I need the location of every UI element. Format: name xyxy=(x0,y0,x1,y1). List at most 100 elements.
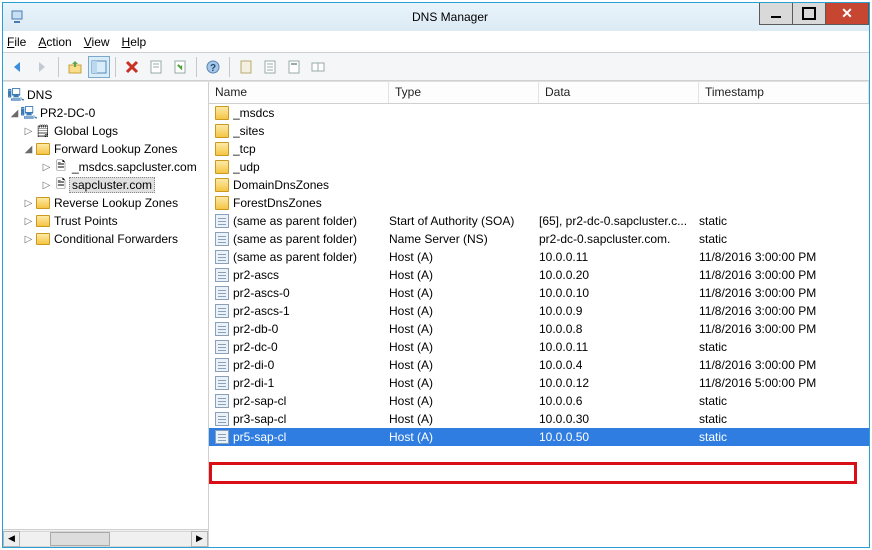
item-name: pr2-sap-cl xyxy=(233,394,286,408)
record-icon xyxy=(215,232,229,246)
close-button[interactable]: ✕ xyxy=(825,3,869,25)
nav-fwd-button[interactable] xyxy=(31,56,53,78)
list-record[interactable]: pr2-sap-clHost (A)10.0.0.6static xyxy=(209,392,869,410)
folder-icon xyxy=(215,124,229,138)
action3-button[interactable] xyxy=(283,56,305,78)
record-icon xyxy=(215,430,229,444)
menu-view[interactable]: View xyxy=(84,35,110,49)
item-data: 10.0.0.12 xyxy=(539,376,699,390)
item-data: 10.0.0.9 xyxy=(539,304,699,318)
item-name: pr2-ascs xyxy=(233,268,279,282)
tree-cond-fwd[interactable]: ▷Conditional Forwarders xyxy=(5,230,208,248)
props1-button[interactable] xyxy=(145,56,167,78)
list-folder[interactable]: _tcp xyxy=(209,140,869,158)
minimize-button[interactable] xyxy=(759,3,793,25)
item-name: ForestDnsZones xyxy=(233,196,322,210)
item-timestamp: static xyxy=(699,340,869,354)
item-timestamp: static xyxy=(699,412,869,426)
list-record[interactable]: pr3-sap-clHost (A)10.0.0.30static xyxy=(209,410,869,428)
tree-root-dns[interactable]: 🖳DNS xyxy=(5,86,208,104)
tree-fwd-zones[interactable]: ◢Forward Lookup Zones xyxy=(5,140,208,158)
log-icon: 🗒 xyxy=(36,125,50,137)
record-icon xyxy=(215,394,229,408)
tree-rev-zones[interactable]: ▷Reverse Lookup Zones xyxy=(5,194,208,212)
action4-button[interactable] xyxy=(307,56,329,78)
tree-server[interactable]: ◢🖳PR2-DC-0 xyxy=(5,104,208,122)
list-record[interactable]: (same as parent folder)Start of Authorit… xyxy=(209,212,869,230)
nav-back-button[interactable] xyxy=(7,56,29,78)
item-data: 10.0.0.11 xyxy=(539,250,699,264)
folder-icon xyxy=(36,215,50,227)
menu-action[interactable]: Action xyxy=(38,35,71,49)
folder-icon xyxy=(215,196,229,210)
list-record[interactable]: (same as parent folder)Name Server (NS)p… xyxy=(209,230,869,248)
item-data: 10.0.0.20 xyxy=(539,268,699,282)
list-folder[interactable]: _udp xyxy=(209,158,869,176)
list-folder[interactable]: ForestDnsZones xyxy=(209,194,869,212)
folder-icon xyxy=(36,233,50,245)
list-body[interactable]: _msdcs_sites_tcp _udp DomainDnsZones Forest… xyxy=(209,104,869,547)
export-button[interactable] xyxy=(169,56,191,78)
item-data: 10.0.0.6 xyxy=(539,394,699,408)
item-name: pr2-di-1 xyxy=(233,376,274,390)
up-button[interactable] xyxy=(64,56,86,78)
col-name[interactable]: Name xyxy=(209,82,389,103)
col-type[interactable]: Type xyxy=(389,82,539,103)
action2-button[interactable] xyxy=(259,56,281,78)
item-type: Host (A) xyxy=(389,304,539,318)
list-record[interactable]: pr2-ascsHost (A)10.0.0.2011/8/2016 3:00:… xyxy=(209,266,869,284)
menu-file[interactable]: File xyxy=(7,35,26,49)
col-timestamp[interactable]: Timestamp xyxy=(699,82,869,103)
show-hide-tree-button[interactable] xyxy=(88,56,110,78)
item-timestamp: 11/8/2016 3:00:00 PM xyxy=(699,358,869,372)
list-record[interactable]: (same as parent folder)Host (A)10.0.0.11… xyxy=(209,248,869,266)
tree-pane: 🖳DNS ◢🖳PR2-DC-0 ▷🗒Global Logs ◢Forward L… xyxy=(3,82,209,547)
app-icon xyxy=(9,9,25,25)
list-folder[interactable]: DomainDnsZones xyxy=(209,176,869,194)
delete-button[interactable] xyxy=(121,56,143,78)
server-icon: 🖳 xyxy=(22,107,36,119)
list-record[interactable]: pr2-ascs-0Host (A)10.0.0.1011/8/2016 3:0… xyxy=(209,284,869,302)
col-data[interactable]: Data xyxy=(539,82,699,103)
action1-button[interactable] xyxy=(235,56,257,78)
titlebar[interactable]: DNS Manager ✕ xyxy=(3,3,869,31)
scroll-thumb[interactable] xyxy=(50,532,110,546)
item-timestamp: 11/8/2016 3:00:00 PM xyxy=(699,322,869,336)
item-data: pr2-dc-0.sapcluster.com. xyxy=(539,232,699,246)
list-record[interactable]: pr2-ascs-1Host (A)10.0.0.911/8/2016 3:00… xyxy=(209,302,869,320)
tree-zone-sapcluster[interactable]: ▷🗎sapcluster.com xyxy=(5,176,208,194)
list-record[interactable]: pr2-di-0Host (A)10.0.0.411/8/2016 3:00:0… xyxy=(209,356,869,374)
scroll-left-icon[interactable]: ◀ xyxy=(3,531,20,547)
item-timestamp: static xyxy=(699,214,869,228)
item-type: Host (A) xyxy=(389,376,539,390)
list-record[interactable]: pr2-db-0Host (A)10.0.0.811/8/2016 3:00:0… xyxy=(209,320,869,338)
item-name: _udp xyxy=(233,160,260,174)
tree-zone-msdcs[interactable]: ▷🗎_msdcs.sapcluster.com xyxy=(5,158,208,176)
item-type: Host (A) xyxy=(389,268,539,282)
record-icon xyxy=(215,358,229,372)
tree-hscroll[interactable]: ◀ ▶ xyxy=(3,529,208,547)
item-name: pr2-dc-0 xyxy=(233,340,278,354)
item-data: 10.0.0.30 xyxy=(539,412,699,426)
list-record[interactable]: pr5-sap-clHost (A)10.0.0.50static xyxy=(209,428,869,446)
list-folder[interactable]: _sites xyxy=(209,122,869,140)
item-data: 10.0.0.50 xyxy=(539,430,699,444)
item-type: Host (A) xyxy=(389,394,539,408)
record-icon xyxy=(215,412,229,426)
tree-trust-points[interactable]: ▷Trust Points xyxy=(5,212,208,230)
zone-icon: 🗎 xyxy=(54,179,68,191)
list-folder[interactable]: _msdcs xyxy=(209,104,869,122)
list-record[interactable]: pr2-di-1 Host (A)10.0.0.1211/8/2016 5:00:… xyxy=(209,374,869,392)
maximize-button[interactable] xyxy=(792,3,826,25)
item-timestamp: 11/8/2016 5:00:00 PM xyxy=(699,376,869,390)
list-record[interactable]: pr2-dc-0Host (A)10.0.0.11static xyxy=(209,338,869,356)
menu-help[interactable]: Help xyxy=(122,35,147,49)
item-name: pr2-db-0 xyxy=(233,322,278,336)
item-data: 10.0.0.8 xyxy=(539,322,699,336)
dns-manager-window: DNS Manager ✕ File Action View Help ? xyxy=(2,2,870,548)
tree[interactable]: 🖳DNS ◢🖳PR2-DC-0 ▷🗒Global Logs ◢Forward L… xyxy=(3,82,208,529)
item-data: [65], pr2-dc-0.sapcluster.c... xyxy=(539,214,699,228)
help-button[interactable]: ? xyxy=(202,56,224,78)
scroll-right-icon[interactable]: ▶ xyxy=(191,531,208,547)
tree-global-logs[interactable]: ▷🗒Global Logs xyxy=(5,122,208,140)
